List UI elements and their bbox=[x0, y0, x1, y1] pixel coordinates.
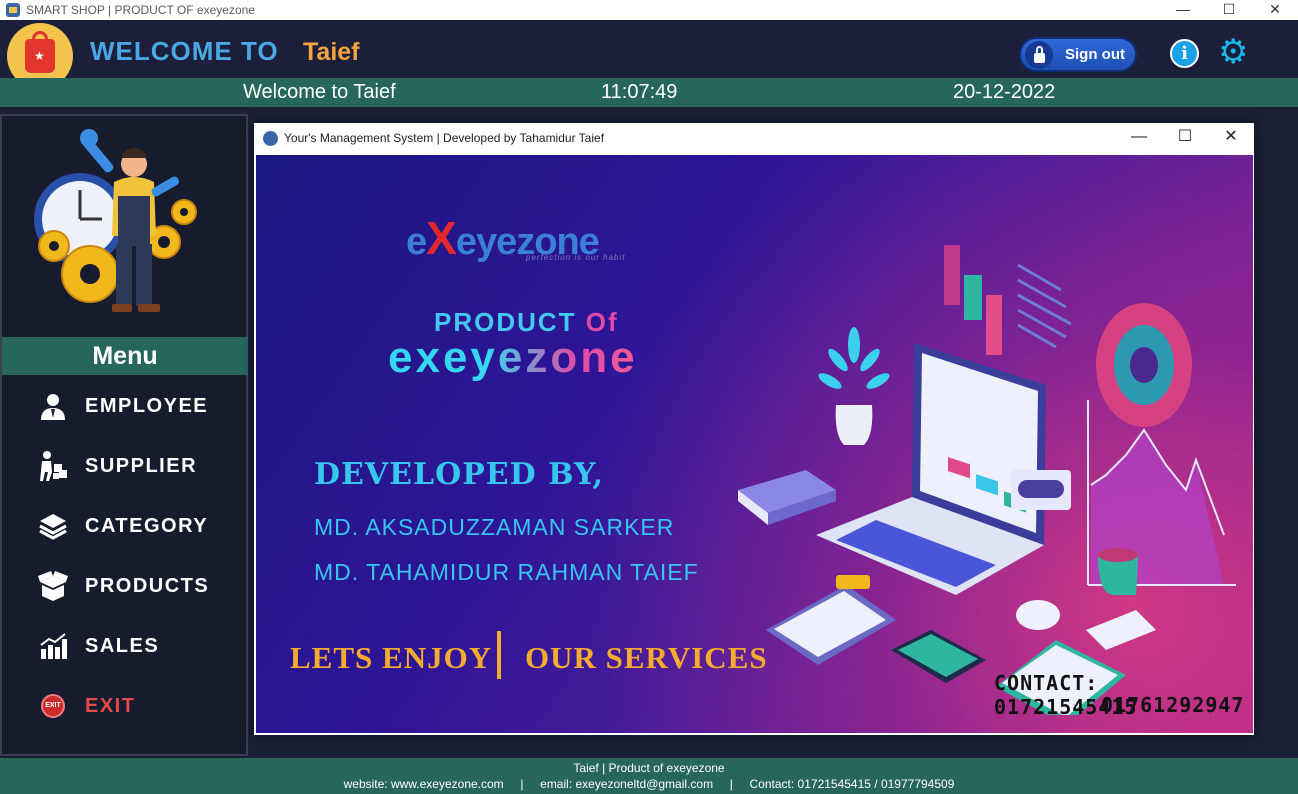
app-footer: Taief | Product of exeyezone website: ww… bbox=[0, 758, 1298, 794]
os-close-button[interactable]: ✕ bbox=[1252, 0, 1298, 20]
os-minimize-button[interactable]: — bbox=[1160, 0, 1206, 20]
welcome-label: WELCOME TO bbox=[90, 36, 279, 66]
management-window-controls: — ☐ ✕ bbox=[1116, 123, 1254, 153]
username-label: Taief bbox=[303, 38, 360, 66]
gear-icon[interactable]: ⚙ bbox=[1218, 35, 1248, 69]
brand-tagline: perfection is our habit bbox=[526, 253, 626, 262]
app-header: ★ WELCOME TO Taief Sign out i ⚙ bbox=[0, 20, 1298, 89]
greeting-text: Welcome to Taief bbox=[243, 81, 396, 103]
os-maximize-button[interactable]: ☐ bbox=[1206, 0, 1252, 20]
status-bar: Welcome to Taief 11:07:49 20-12-2022 bbox=[0, 78, 1298, 107]
current-date: 20-12-2022 bbox=[953, 81, 1056, 103]
management-window-title: Your's Management System | Developed by … bbox=[284, 131, 605, 145]
management-window-title-bar: Your's Management System | Developed by … bbox=[254, 123, 1254, 153]
app-window-icon bbox=[6, 3, 20, 17]
menu-label-employee: EMPLOYEE bbox=[85, 394, 209, 417]
contact-line-2: 01761292947 bbox=[1101, 693, 1245, 717]
welcome-banner: eXeyezone perfection is our habit PRODUC… bbox=[256, 155, 1253, 733]
menu-label-sales: SALES bbox=[85, 634, 160, 657]
menu-item-supplier[interactable]: SUPPLIER bbox=[36, 446, 236, 486]
supplier-icon bbox=[36, 449, 70, 483]
lock-icon bbox=[1025, 40, 1053, 69]
win-close-button[interactable]: ✕ bbox=[1208, 123, 1254, 153]
employee-icon bbox=[36, 389, 70, 423]
menu-item-exit[interactable]: EXIT EXIT bbox=[36, 686, 236, 726]
os-window-controls: — ☐ ✕ bbox=[1160, 0, 1298, 20]
divider-bar bbox=[497, 631, 501, 679]
menu-label-exit: EXIT bbox=[85, 694, 136, 717]
mechanic-illustration bbox=[34, 129, 197, 312]
laptop-workspace-illustration bbox=[738, 245, 1236, 715]
menu-title: Menu bbox=[2, 337, 248, 375]
management-window-icon bbox=[263, 130, 278, 146]
developed-by-heading: DEVELOPED BY, bbox=[314, 457, 604, 492]
sign-out-label: Sign out bbox=[1065, 46, 1125, 63]
menu-item-employee[interactable]: EMPLOYEE bbox=[36, 386, 236, 426]
menu-item-sales[interactable]: SALES bbox=[36, 626, 236, 666]
developer-name-2: MD. TAHAMIDUR RAHMAN TAIEF bbox=[314, 559, 699, 585]
menu-label-products: PRODUCTS bbox=[85, 574, 210, 597]
footer-contact-info: website: www.exeyezone.com | email: exey… bbox=[343, 777, 955, 791]
exeyezone-logo: eXeyezone perfection is our habit bbox=[406, 191, 666, 271]
win-maximize-button[interactable]: ☐ bbox=[1162, 123, 1208, 153]
exit-badge: EXIT bbox=[41, 694, 65, 718]
menu-label-category: CATEGORY bbox=[85, 514, 209, 537]
menu-label-supplier: SUPPLIER bbox=[85, 454, 198, 477]
product-brand: exeyezone bbox=[388, 333, 638, 382]
category-icon bbox=[36, 509, 70, 543]
lets-enjoy-text: LETS ENJOY bbox=[290, 640, 493, 675]
menu-item-products[interactable]: PRODUCTS bbox=[36, 566, 236, 606]
bag-star-icon: ★ bbox=[34, 49, 45, 63]
win-minimize-button[interactable]: — bbox=[1116, 123, 1162, 153]
exit-icon: EXIT bbox=[36, 689, 70, 723]
sidebar: Menu EMPLOYEE SUPPLIER CATEGORY PRODUCTS bbox=[0, 114, 248, 756]
menu-item-category[interactable]: CATEGORY bbox=[36, 506, 236, 546]
os-title-bar: SMART SHOP | PRODUCT OF exeyezone — ☐ ✕ bbox=[0, 0, 1298, 20]
management-window: Your's Management System | Developed by … bbox=[254, 123, 1254, 735]
sales-icon bbox=[36, 629, 70, 663]
app-root: SMART SHOP | PRODUCT OF exeyezone — ☐ ✕ … bbox=[0, 0, 1298, 794]
clock-time: 11:07:49 bbox=[601, 81, 678, 103]
footer-credit: Taief | Product of exeyezone bbox=[573, 761, 725, 775]
os-window-title: SMART SHOP | PRODUCT OF exeyezone bbox=[26, 3, 255, 17]
products-icon bbox=[36, 569, 70, 603]
info-icon[interactable]: i bbox=[1170, 39, 1199, 68]
developer-name-1: MD. AKSADUZZAMAN SARKER bbox=[314, 514, 675, 540]
sign-out-button[interactable]: Sign out bbox=[1019, 37, 1137, 72]
